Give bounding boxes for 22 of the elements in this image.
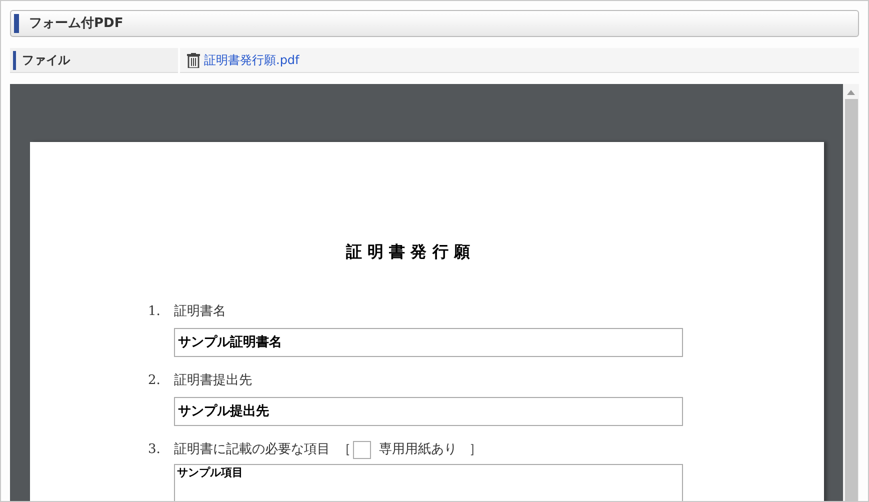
checkbox[interactable] — [353, 441, 371, 459]
item-number: 1. — [148, 303, 162, 322]
checkbox-label: 専用用紙あり — [379, 441, 457, 460]
text-area[interactable]: サンプル項目 — [174, 464, 683, 501]
scroll-up-arrow-icon[interactable] — [847, 90, 855, 95]
item-number: 2. — [148, 372, 162, 390]
input-field[interactable]: サンプル提出先 — [174, 397, 683, 426]
file-link[interactable]: 証明書発行願.pdf — [204, 51, 300, 69]
bracket: ［ — [338, 441, 351, 460]
input-field[interactable]: サンプル証明書名 — [174, 328, 683, 357]
trash-icon[interactable] — [187, 52, 200, 68]
item-label: 証明書に記載の必要な項目 — [174, 441, 330, 460]
panel-title: フォーム付PDF — [29, 14, 124, 33]
item-label: 証明書名 — [174, 303, 226, 322]
document-title: 証 明 書 発 行 願 — [346, 241, 471, 263]
accent-bar — [13, 50, 16, 70]
accent-bar — [14, 14, 19, 33]
item-number: 3. — [148, 441, 162, 460]
bracket: ］ — [469, 441, 482, 460]
field-label: ファイル — [22, 52, 70, 69]
scrollbar-thumb[interactable] — [844, 99, 858, 501]
item-label: 証明書提出先 — [174, 372, 252, 390]
